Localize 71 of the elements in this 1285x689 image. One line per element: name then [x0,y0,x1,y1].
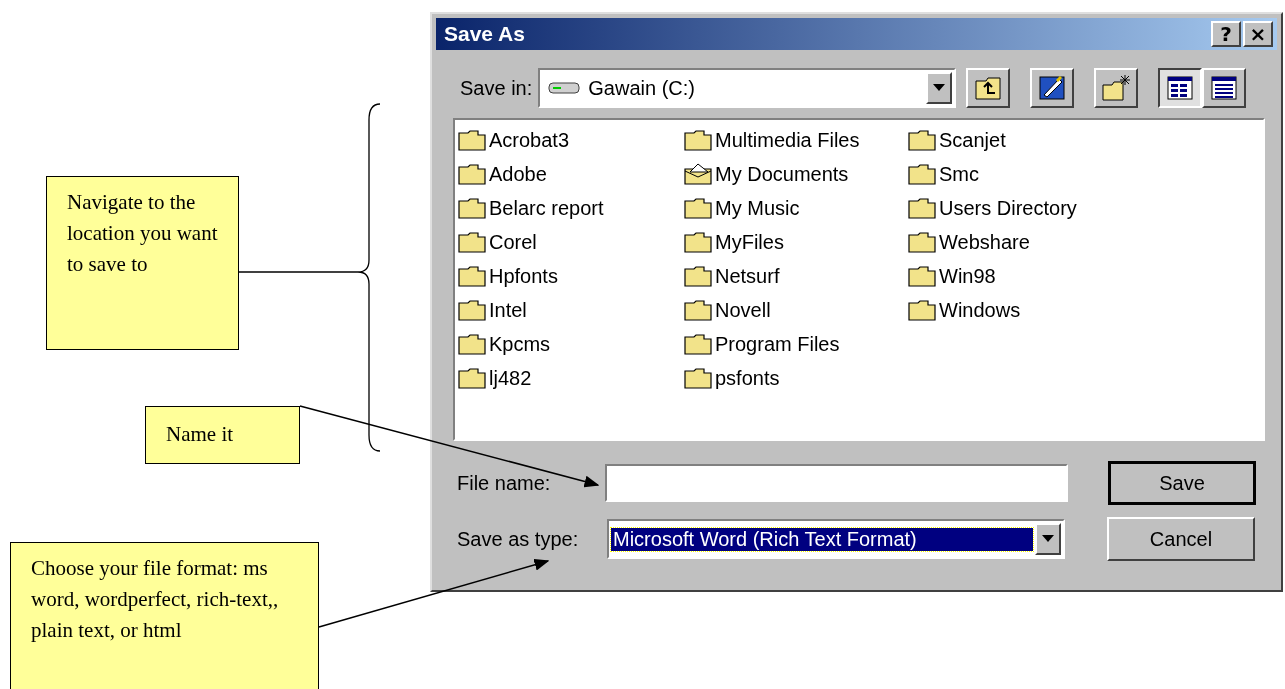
folder-icon [458,163,486,185]
up-folder-button[interactable] [966,68,1011,108]
details-view-button[interactable] [1202,68,1247,108]
folder-icon [684,265,712,287]
folder-item[interactable]: Belarc report [458,195,684,221]
save-in-dropdown[interactable]: Gawain (C:) [538,68,957,108]
folder-icon [458,231,486,253]
folder-item[interactable]: psfonts [684,365,908,391]
folder-item[interactable]: Webshare [908,229,1138,255]
help-button[interactable]: ? [1211,21,1241,47]
folder-item[interactable]: Hpfonts [458,263,684,289]
file-name-field[interactable] [605,464,1068,502]
folder-icon [684,129,712,151]
folder-item[interactable]: Smc [908,161,1138,187]
folder-item[interactable]: Novell [684,297,908,323]
new-folder-button[interactable] [1094,68,1139,108]
folder-item[interactable]: Multimedia Files [684,127,908,153]
save-as-type-label: Save as type: [457,527,580,551]
folder-icon [684,231,712,253]
callout-note: Choose your file format: ms word, wordperfect, rich-text,, plain text, or html [10,542,319,689]
folder-item[interactable]: Scanjet [908,127,1138,153]
folder-icon [458,333,486,355]
folder-icon [684,333,712,355]
dropdown-button[interactable] [1035,523,1061,555]
drive-icon [548,80,581,96]
folder-item[interactable]: Win98 [908,263,1138,289]
folder-item[interactable]: Acrobat3 [458,127,684,153]
folder-icon [458,367,486,389]
close-button[interactable]: × [1243,21,1273,47]
folder-icon [908,265,936,287]
folder-icon [908,299,936,321]
desktop-button[interactable] [1030,68,1075,108]
save-button[interactable]: Save [1108,461,1256,505]
file-name-label: File name: [457,471,552,495]
folder-icon [458,265,486,287]
callout-note: Name it [145,406,300,464]
folder-icon [908,163,936,185]
folder-item[interactable]: Corel [458,229,684,255]
folder-icon [458,299,486,321]
folder-item[interactable]: Users Directory [908,195,1138,221]
cancel-button[interactable]: Cancel [1107,517,1255,561]
folder-item[interactable]: lj482 [458,365,684,391]
callout-note: Navigate to the location you want to save to [46,176,239,350]
folder-icon [684,299,712,321]
folder-document-icon [684,163,712,185]
caret-icon [1042,535,1054,543]
folder-icon [684,367,712,389]
folder-icon [458,129,486,151]
folder-item[interactable]: Netsurf [684,263,908,289]
folder-item[interactable]: Windows [908,297,1138,323]
save-in-label: Save in: [460,76,533,100]
list-view-icon [1165,73,1196,103]
folder-item[interactable]: Kpcms [458,331,684,357]
caret-icon [933,84,946,92]
save-as-type-dropdown[interactable]: Microsoft Word (Rich Text Format) [607,519,1065,559]
folder-icon [908,231,936,253]
folder-icon [458,197,486,219]
folder-icon [908,129,936,151]
dropdown-button[interactable] [926,72,953,104]
folder-item[interactable]: Intel [458,297,684,323]
folder-item[interactable]: My Music [684,195,908,221]
folder-item[interactable]: My Documents [684,161,908,187]
folder-icon [908,197,936,219]
details-view-icon [1209,73,1240,103]
window-title: Save As [444,22,525,46]
folder-item[interactable]: MyFiles [684,229,908,255]
folder-item[interactable]: Program Files [684,331,908,357]
new-folder-icon [1101,73,1132,103]
folder-icon [684,197,712,219]
list-view-button[interactable] [1158,68,1203,108]
folder-item[interactable]: Adobe [458,161,684,187]
